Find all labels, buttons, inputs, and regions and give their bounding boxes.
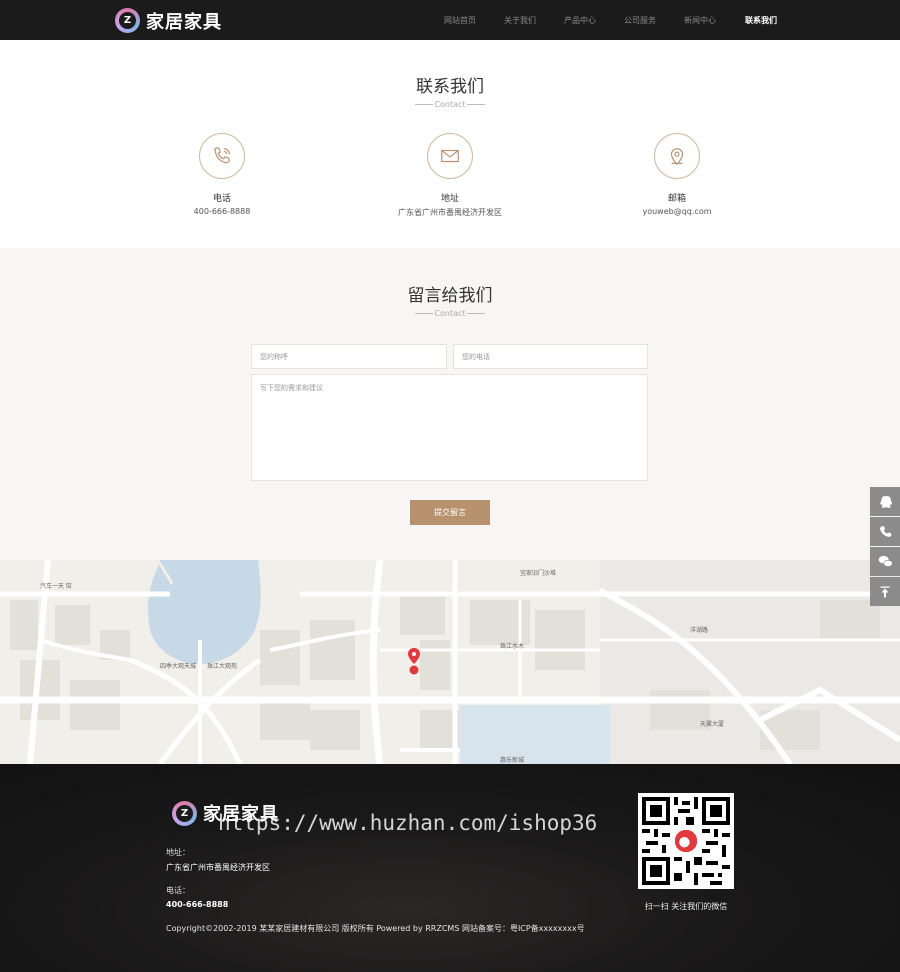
contact-email-value: youweb@qq.com — [642, 207, 712, 216]
phone-tool-button[interactable] — [870, 517, 900, 546]
phone-icon — [879, 526, 891, 537]
message-subtitle-text: Contact — [434, 309, 466, 318]
phone-input[interactable]: 您的电话 — [453, 344, 648, 369]
map-label: 珠江水木 — [500, 642, 524, 650]
footer-phone-label: 电话： — [166, 886, 190, 895]
divider — [466, 104, 485, 105]
qr-caption: 扫一扫 关注我们的微信 — [644, 902, 728, 911]
map-label: 洋湖路 — [690, 626, 708, 634]
qq-tool-button[interactable] — [870, 487, 900, 516]
nav-item-news[interactable]: 新闻中心 — [684, 15, 716, 26]
contact-card-address: 地址 广东省广州市番禺经济开发区 — [350, 133, 550, 218]
contact-subtitle: Contact — [0, 100, 900, 109]
footer-address: 广东省广州市番禺经济开发区 — [166, 863, 270, 872]
submit-button[interactable]: 提交留言 — [410, 500, 490, 525]
divider — [466, 313, 485, 314]
map-label: 宜家旧门沙堆 — [520, 569, 556, 577]
logo-mark-icon: Z — [172, 800, 197, 826]
contact-title: 联系我们 — [416, 77, 484, 97]
map-label: 珠江大观苑 — [207, 662, 237, 670]
map-label: 天翼大厦 — [700, 720, 724, 728]
wechat-tool-button[interactable] — [870, 547, 900, 576]
site-footer: Z 家居家具 https://www.huzhan.com/ishop36 地址… — [0, 764, 900, 972]
name-placeholder: 您的称呼 — [260, 352, 288, 361]
contact-card-phone: 电话 400-666-8888 — [122, 133, 322, 216]
divider — [415, 313, 434, 314]
contact-phone-value: 400-666-8888 — [193, 207, 251, 216]
contact-card-email: 邮箱 youweb@qq.com — [577, 133, 777, 216]
contact-subtitle-text: Contact — [434, 100, 466, 109]
footer-address-label: 地址： — [166, 848, 190, 857]
contact-address-value: 广东省广州市番禺经济开发区 — [398, 208, 502, 217]
nav-item-products[interactable]: 产品中心 — [564, 15, 596, 26]
mail-icon — [427, 133, 473, 179]
phone-icon — [199, 133, 245, 179]
nav-item-services[interactable]: 公司服务 — [624, 15, 656, 26]
location-map[interactable]: 汽车一天 馆 四季大观天城 珠江大观苑 宜家旧门沙堆 珠江水木 洋湖路 天翼大厦… — [0, 560, 900, 764]
copyright: Copyright©2002-2019 某某家居建材有限公司 版权所有 Powe… — [166, 924, 585, 933]
wechat-qr-code — [638, 793, 734, 889]
nav-item-home[interactable]: 网站首页 — [444, 15, 476, 26]
map-label: 惠乐新城 — [500, 756, 524, 764]
contact-address-label: 地址 — [440, 194, 459, 204]
message-textarea[interactable]: 写下您的需求和建议 — [251, 374, 648, 481]
map-canvas: 汽车一天 馆 四季大观天城 珠江大观苑 宜家旧门沙堆 珠江水木 洋湖路 天翼大厦… — [0, 560, 900, 764]
nav-item-contact[interactable]: 联系我们 — [745, 15, 777, 26]
phone-placeholder: 您的电话 — [462, 352, 490, 361]
top-header: Z 家居家具 网站首页 关于我们 产品中心 公司服务 新闻中心 联系我们 — [0, 0, 900, 40]
message-subtitle: Contact — [0, 309, 900, 318]
name-input[interactable]: 您的称呼 — [251, 344, 447, 369]
message-title: 留言给我们 — [407, 286, 493, 306]
location-icon — [654, 133, 700, 179]
contact-email-label: 邮箱 — [667, 194, 686, 204]
qq-icon — [880, 495, 892, 508]
map-label: 汽车一天 馆 — [40, 582, 72, 590]
footer-background — [0, 764, 900, 972]
footer-phone: 400-666-8888 — [166, 900, 229, 909]
main-nav: 网站首页 关于我们 产品中心 公司服务 新闻中心 联系我们 — [0, 0, 900, 40]
map-label: 四季大观天城 — [160, 662, 196, 670]
divider — [415, 104, 434, 105]
watermark-text: https://www.huzhan.com/ishop36 — [218, 811, 598, 835]
qr-code-icon — [642, 797, 730, 885]
contact-phone-label: 电话 — [212, 194, 231, 204]
message-placeholder: 写下您的需求和建议 — [260, 384, 323, 392]
back-to-top-icon — [880, 586, 890, 597]
nav-item-about[interactable]: 关于我们 — [504, 15, 536, 26]
wechat-icon — [878, 555, 893, 567]
back-to-top-button[interactable] — [870, 577, 900, 606]
